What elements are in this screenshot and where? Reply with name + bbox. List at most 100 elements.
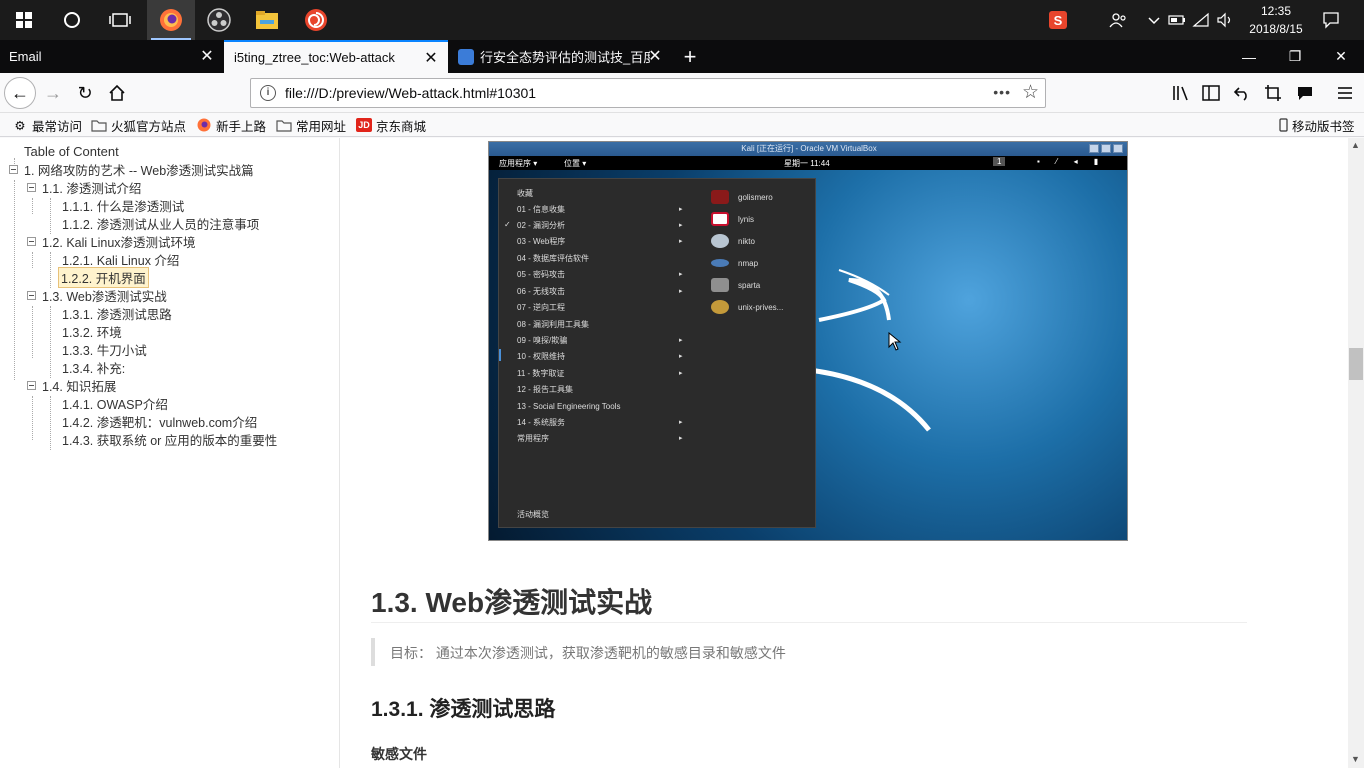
- toc-item-label[interactable]: 1.3.4. 补充:: [62, 358, 125, 377]
- taskbar-obs[interactable]: [195, 0, 243, 40]
- obs-icon: [207, 8, 231, 32]
- vm-submenu-arrow-icon: ▸: [679, 206, 683, 213]
- mobile-phone-icon: [1278, 118, 1288, 132]
- vm-menu-item-label: 03 - Web程序: [517, 237, 566, 246]
- vm-app-label: sparta: [738, 280, 761, 290]
- vm-app-entry: nmap: [711, 254, 758, 272]
- toc-item[interactable]: 1.1. 渗透测试介绍: [27, 178, 141, 196]
- toc-item-label[interactable]: 1.3.2. 环境: [62, 322, 122, 341]
- close-window-button[interactable]: ✕: [1318, 40, 1364, 73]
- task-view-button[interactable]: [96, 0, 144, 40]
- toc-item-label[interactable]: 1.3.1. 渗透测试思路: [62, 304, 172, 323]
- people-button[interactable]: [1106, 0, 1130, 40]
- info-icon[interactable]: i: [260, 85, 276, 101]
- new-tab-button[interactable]: +: [676, 40, 704, 73]
- taskbar-explorer[interactable]: [243, 0, 291, 40]
- toc-item[interactable]: 1.1.2. 渗透测试从业人员的注意事项: [62, 214, 259, 232]
- sidebar-button[interactable]: [1196, 78, 1226, 108]
- toc-item-label[interactable]: 1.3.3. 牛刀小试: [62, 340, 147, 359]
- scroll-down-arrow-icon[interactable]: ▼: [1351, 754, 1360, 764]
- subsection-heading: 1.3.1. 渗透测试思路: [371, 698, 556, 721]
- taskbar-firefox[interactable]: [147, 0, 195, 40]
- toc-item-label[interactable]: 1.4.2. 渗透靶机：vulnweb.com介绍: [62, 412, 257, 431]
- tab-web-attack[interactable]: i5ting_ztree_toc:Web-attack ✕: [224, 40, 448, 73]
- show-hidden-icons[interactable]: [1144, 0, 1164, 40]
- collapse-toggle-icon[interactable]: [9, 164, 18, 174]
- vm-clock: 星期一 11:44: [784, 159, 830, 168]
- start-button[interactable]: [0, 0, 48, 40]
- page-scrollbar[interactable]: ▲ ▼: [1348, 138, 1364, 768]
- tab-baidu[interactable]: 行安全态势评估的测试技_百度 ✕: [448, 40, 672, 73]
- toc-item[interactable]: 1.4.3. 获取系统 or 应用的版本的重要性: [62, 430, 277, 448]
- vm-menu-item: 08 - 漏洞利用工具集: [517, 319, 589, 331]
- toc-item-label[interactable]: 1. 网络攻防的艺术 -- Web渗透测试实战篇: [24, 160, 254, 179]
- volume-indicator[interactable]: [1214, 0, 1236, 40]
- vm-menu-item-label: 08 - 漏洞利用工具集: [517, 320, 590, 329]
- scrollbar-thumb[interactable]: [1349, 348, 1363, 380]
- vm-submenu-arrow-icon: ▸: [679, 271, 683, 278]
- toc-item[interactable]: 1.3.1. 渗透测试思路: [62, 304, 172, 322]
- scroll-up-arrow-icon[interactable]: ▲: [1351, 140, 1360, 150]
- library-button[interactable]: [1166, 78, 1196, 108]
- tab-bar: Email ✕ i5ting_ztree_toc:Web-attack ✕ 行安…: [0, 40, 1364, 73]
- collapse-toggle-icon[interactable]: [27, 290, 36, 300]
- toc-item-label[interactable]: 1.1.1. 什么是渗透测试: [62, 196, 184, 215]
- back-button[interactable]: ←: [4, 77, 36, 109]
- mobile-bookmarks[interactable]: 移动版书签: [1278, 116, 1355, 134]
- bookmark-firefox-site[interactable]: 火狐官方站点: [91, 116, 186, 134]
- toc-item-label[interactable]: 1.2. Kali Linux渗透测试环境: [42, 232, 196, 251]
- collapse-toggle-icon[interactable]: [27, 380, 36, 390]
- vm-tray-icons: ▪ ⁄ ◂ ▮: [1037, 157, 1106, 166]
- toc-item[interactable]: 1.1.1. 什么是渗透测试: [62, 196, 184, 214]
- ime-indicator[interactable]: S: [1046, 0, 1070, 40]
- toc-item[interactable]: 1.4.1. OWASP介绍: [62, 394, 168, 412]
- bookmark-jd[interactable]: JD 京东商城: [356, 116, 426, 134]
- restore-button[interactable]: ❐: [1272, 40, 1318, 73]
- system-clock[interactable]: 12:35 2018/8/15: [1246, 2, 1306, 38]
- toc-item-label[interactable]: 1.4.1. OWASP介绍: [62, 394, 168, 413]
- bookmark-common-sites[interactable]: 常用网址: [276, 116, 346, 134]
- undo-close-button[interactable]: [1227, 78, 1257, 108]
- toc-item-label[interactable]: 1.1. 渗透测试介绍: [42, 178, 141, 197]
- cortana-button[interactable]: [48, 0, 96, 40]
- url-bar[interactable]: i file:///D:/preview/Web-attack.html#103…: [250, 78, 1046, 108]
- toc-item-label[interactable]: 1.3. Web渗透测试实战: [42, 286, 167, 305]
- toc-item[interactable]: 1.2.1. Kali Linux 介绍: [62, 250, 179, 268]
- page-actions-button[interactable]: •••: [993, 84, 1011, 100]
- collapse-toggle-icon[interactable]: [27, 236, 36, 246]
- vm-menu-item: 01 - 信息收集 ▸: [517, 204, 683, 216]
- tab-close-button[interactable]: ✕: [646, 47, 664, 65]
- menu-button[interactable]: [1330, 78, 1360, 108]
- toc-item[interactable]: 1.3. Web渗透测试实战: [27, 286, 167, 304]
- toc-item[interactable]: 1.3.2. 环境: [62, 322, 122, 340]
- bookmark-most-visited[interactable]: ⚙ 最常访问: [12, 116, 82, 134]
- crop-icon: [1265, 85, 1281, 101]
- minimize-button[interactable]: —: [1226, 40, 1272, 73]
- tab-close-button[interactable]: ✕: [198, 47, 216, 65]
- collapse-toggle-icon[interactable]: [27, 182, 36, 192]
- taskbar-snail-app[interactable]: [292, 0, 340, 40]
- battery-indicator[interactable]: [1166, 0, 1188, 40]
- toc-item-label[interactable]: 1.4.3. 获取系统 or 应用的版本的重要性: [62, 430, 277, 449]
- toc-item-selected[interactable]: 1.2.2. 开机界面: [58, 266, 149, 288]
- toc-item-label[interactable]: 1.1.2. 渗透测试从业人员的注意事项: [62, 214, 259, 233]
- toc-item-label[interactable]: 1.2.2. 开机界面: [58, 266, 149, 288]
- tab-email[interactable]: Email ✕: [0, 40, 224, 73]
- toc-item[interactable]: 1.4. 知识拓展: [27, 376, 116, 394]
- home-button[interactable]: [102, 78, 132, 108]
- action-center-button[interactable]: [1316, 0, 1346, 40]
- tab-close-button[interactable]: ✕: [422, 49, 440, 67]
- bookmark-star-icon[interactable]: ☆: [1022, 81, 1039, 104]
- toc-item[interactable]: 1.3.3. 牛刀小试: [62, 340, 147, 358]
- toc-item[interactable]: 1. 网络攻防的艺术 -- Web渗透测试实战篇: [9, 160, 254, 178]
- bookmark-getting-started[interactable]: 新手上路: [196, 116, 266, 134]
- screenshot-button[interactable]: [1258, 78, 1288, 108]
- reload-button[interactable]: ↻: [70, 78, 100, 108]
- chat-extension-button[interactable]: [1290, 78, 1320, 108]
- toc-item-label[interactable]: 1.4. 知识拓展: [42, 376, 116, 395]
- forward-button[interactable]: →: [38, 78, 68, 108]
- toc-item[interactable]: 1.3.4. 补充:: [62, 358, 125, 376]
- toc-item[interactable]: 1.2. Kali Linux渗透测试环境: [27, 232, 196, 250]
- toc-item[interactable]: 1.4.2. 渗透靶机：vulnweb.com介绍: [62, 412, 257, 430]
- network-indicator[interactable]: [1190, 0, 1212, 40]
